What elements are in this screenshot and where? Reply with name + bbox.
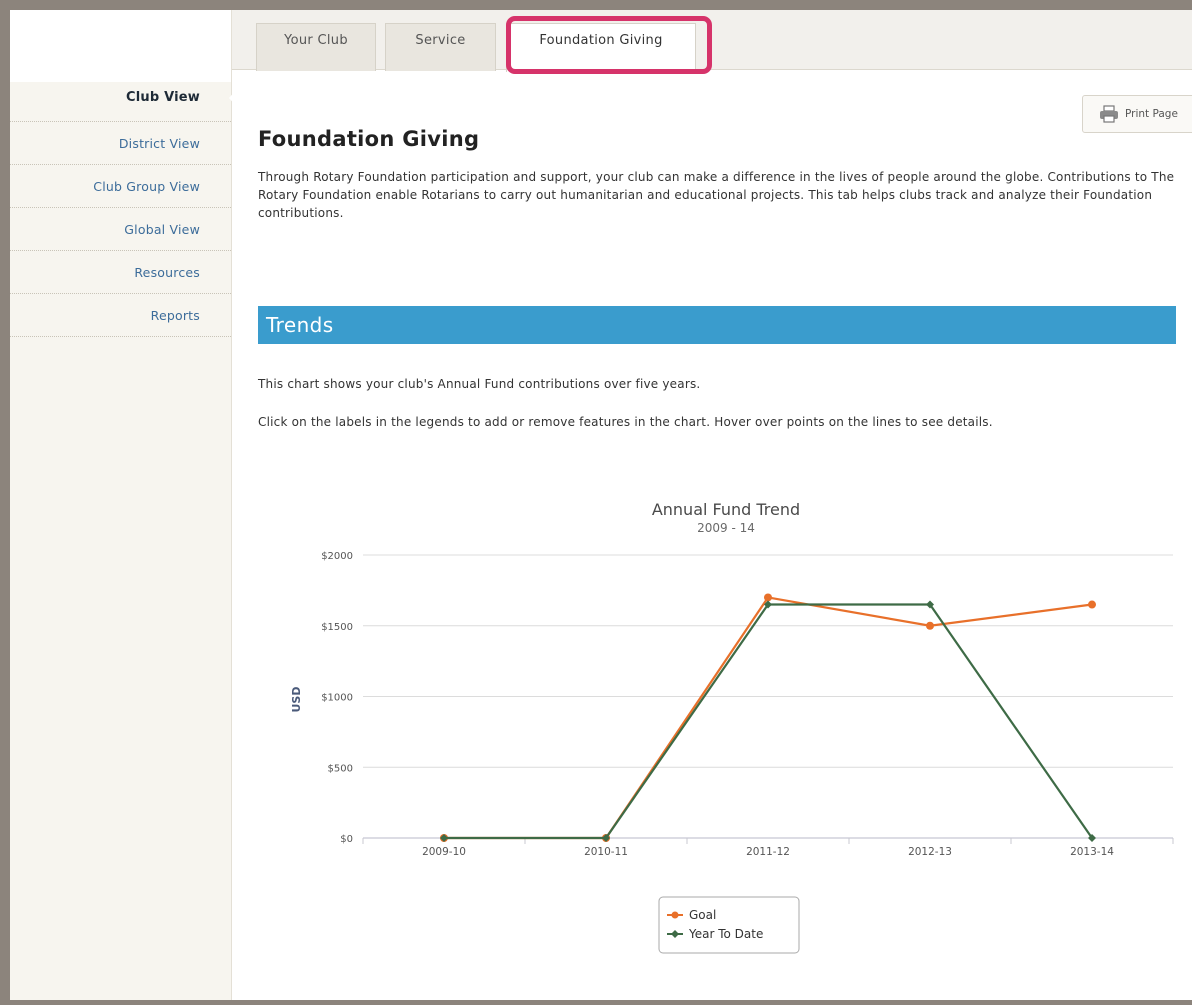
legend-item-label[interactable]: Goal xyxy=(689,908,716,922)
data-point-goal xyxy=(1088,600,1096,609)
trends-instructions: Click on the labels in the legends to ad… xyxy=(258,415,993,429)
print-page-button[interactable]: Print Page xyxy=(1082,95,1192,133)
data-point-goal xyxy=(926,621,934,630)
y-tick-label: $1000 xyxy=(321,693,353,704)
series-line-1 xyxy=(444,603,1093,840)
page-title: Foundation Giving xyxy=(258,127,480,151)
sidebar-item-global-view[interactable]: Global View xyxy=(10,208,231,251)
x-tick-label: 2012-13 xyxy=(908,846,952,858)
legend-item-label[interactable]: Year To Date xyxy=(688,927,763,941)
y-tick-label: $2000 xyxy=(321,551,353,562)
print-page-label: Print Page xyxy=(1125,108,1178,120)
intro-text: Through Rotary Foundation participation … xyxy=(258,170,1175,220)
chart-title: Annual Fund Trend xyxy=(652,500,800,519)
x-tick-label: 2010-11 xyxy=(584,846,628,858)
x-tick-label: 2009-10 xyxy=(422,846,466,858)
chart-subtitle: 2009 - 14 xyxy=(697,521,755,535)
data-point-goal xyxy=(764,593,772,602)
tab-service[interactable]: Service xyxy=(385,23,496,71)
printer-icon xyxy=(1100,105,1118,123)
sidebar-item-reports[interactable]: Reports xyxy=(10,294,231,337)
series-line-0 xyxy=(444,596,1093,840)
annual-fund-chart: Annual Fund Trend 2009 - 14 $0 $500 $1000 $15… xyxy=(268,492,1178,982)
app-frame: Club View District View Club Group View … xyxy=(10,10,1192,1000)
y-tick-label: $1500 xyxy=(321,622,353,633)
sidebar-item-resources[interactable]: Resources xyxy=(10,251,231,294)
tab-your-club[interactable]: Your Club xyxy=(256,23,376,71)
y-axis-label: USD xyxy=(290,687,303,713)
sidebar-item-district-view[interactable]: District View xyxy=(10,122,231,165)
y-tick-label: $0 xyxy=(340,834,353,845)
tab-bar: Your Club Service Foundation Giving xyxy=(232,10,1192,72)
trends-description: This chart shows your club's Annual Fund… xyxy=(258,377,701,391)
legend-marker-goal xyxy=(671,911,679,919)
legend-box xyxy=(658,896,800,954)
trends-heading: Trends xyxy=(258,306,1176,344)
active-indicator-arrow xyxy=(229,88,238,108)
sidebar: Club View District View Club Group View … xyxy=(10,10,232,1000)
sidebar-spacer xyxy=(10,10,231,82)
sidebar-item-club-view[interactable]: Club View xyxy=(10,82,231,122)
tab-foundation-giving[interactable]: Foundation Giving xyxy=(506,23,696,72)
x-tick-label: 2011-12 xyxy=(746,846,790,858)
y-tick-label: $500 xyxy=(328,763,353,774)
chart-svg: Annual Fund Trend 2009 - 14 $0 $500 $1000 $15… xyxy=(290,500,1174,954)
sidebar-item-club-group-view[interactable]: Club Group View xyxy=(10,165,231,208)
x-tick-label: 2013-14 xyxy=(1070,846,1114,858)
